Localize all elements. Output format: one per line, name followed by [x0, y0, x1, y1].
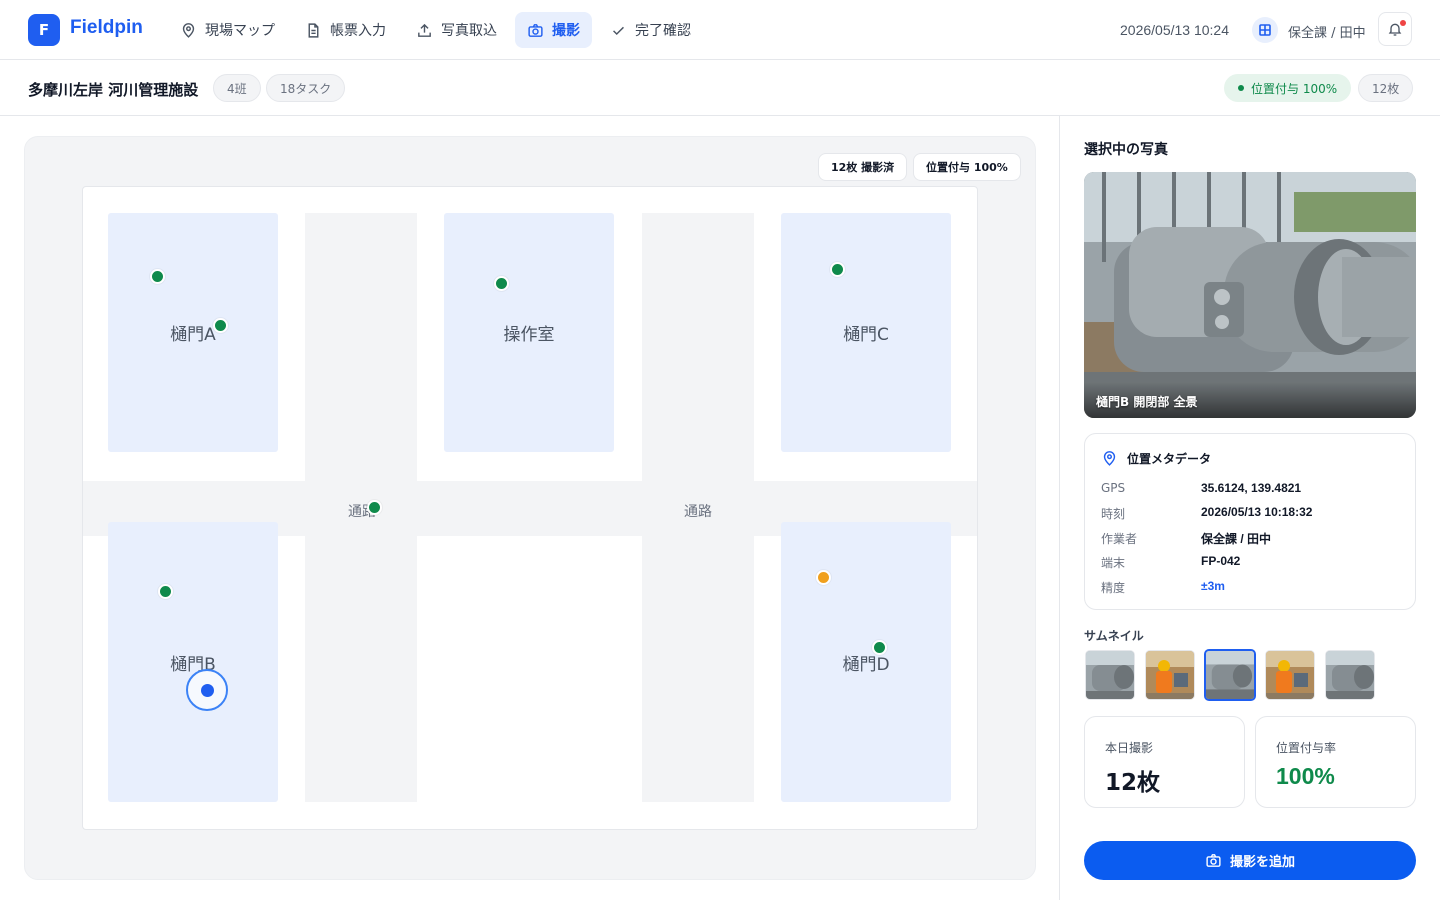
status-dot [1238, 85, 1244, 91]
geo-rate-badge: 位置付与 100% [913, 153, 1021, 181]
add-photo-label: 撮影を追加 [1229, 854, 1295, 869]
zone-control-room[interactable]: 操作室 [444, 213, 614, 452]
meta-value: 35.6124, 139.4821 [1201, 481, 1302, 495]
stat-value: 100% [1276, 763, 1335, 789]
app-logo-mark[interactable]: F [28, 14, 60, 46]
meta-key: 精度 [1101, 581, 1126, 595]
geo-status-chip: 位置付与 100% [1224, 74, 1352, 102]
nav-item-completion-check[interactable]: 完了確認 [598, 12, 703, 48]
meta-value: 保全課 / 田中 [1201, 532, 1272, 546]
shot-count-badge: 12枚 撮影済 [818, 153, 908, 181]
zone-label: 操作室 [503, 325, 555, 345]
nav-item-capture[interactable]: 撮影 [515, 12, 592, 48]
photo-caption: 樋門B 開閉部 全景 [1096, 395, 1198, 409]
nav-label: 完了確認 [635, 23, 691, 39]
stat-label: 位置付与率 [1276, 741, 1337, 755]
notification-button[interactable] [1378, 12, 1412, 46]
panel-title: 選択中の写真 [1084, 142, 1168, 158]
team-count-chip: 4班 [213, 74, 261, 102]
site-header: 多摩川左岸 河川管理施設 4班 18タスク 位置付与 100% 12枚 [0, 60, 1440, 116]
photo-image [1084, 172, 1416, 418]
photo-pin[interactable] [158, 584, 173, 599]
location-pin-icon [1103, 451, 1116, 466]
stat-today-shots: 本日撮影 12枚 [1084, 716, 1245, 808]
site-title: 多摩川左岸 河川管理施設 [28, 81, 199, 99]
photo-pin-warning[interactable] [816, 570, 831, 585]
nav-item-site-map[interactable]: 現場マップ [168, 12, 287, 48]
road-label: 通路 [684, 504, 712, 520]
add-photo-button[interactable]: 撮影を追加 [1084, 841, 1416, 880]
thumbnail[interactable] [1325, 650, 1375, 700]
stat-geo-rate: 位置付与率 100% [1255, 716, 1416, 808]
meta-key: 端末 [1101, 556, 1126, 570]
user-label[interactable]: 保全課 / 田中 [1288, 22, 1366, 41]
photo-pin[interactable] [830, 262, 845, 277]
metadata-header: 位置メタデータ [1101, 450, 1211, 467]
check-icon [613, 26, 624, 35]
task-count-chip: 18タスク [266, 74, 346, 102]
panel-divider [1059, 116, 1060, 900]
nav-item-photo-import[interactable]: 写真取込 [404, 12, 509, 48]
zone-gate-a[interactable]: 樋門A [108, 213, 278, 452]
zone-gate-d[interactable]: 樋門D [781, 522, 951, 802]
top-bar: F Fieldpin 現場マップ 帳票入力 写真取込 撮影 完了確認 2026/… [0, 0, 1440, 60]
zone-label: 樋門C [843, 325, 889, 345]
photo-pin[interactable] [213, 318, 228, 333]
selected-photo-pin[interactable] [186, 669, 228, 711]
photo-pin[interactable] [494, 276, 509, 291]
photo-pin[interactable] [872, 640, 887, 655]
thumbnail[interactable] [1145, 650, 1195, 700]
metadata-card: 位置メタデータ GPS 35.6124, 139.4821 時刻 2026/05… [1084, 433, 1416, 610]
nav-label: 現場マップ [205, 23, 275, 39]
selected-pin-dot [200, 683, 214, 697]
meta-key: GPS [1101, 481, 1126, 495]
grid-icon [1252, 17, 1278, 43]
camera-icon [528, 23, 543, 37]
meta-value: FP-042 [1201, 554, 1241, 568]
camera-icon [1206, 854, 1221, 867]
upload-icon [418, 23, 431, 37]
nav-item-form-entry[interactable]: 帳票入力 [293, 12, 398, 48]
stat-label: 本日撮影 [1105, 741, 1154, 755]
photo-pin[interactable] [367, 500, 382, 515]
current-datetime: 2026/05/13 10:24 [1120, 22, 1229, 38]
zone-gate-b[interactable]: 樋門B [108, 522, 278, 802]
selected-photo[interactable]: 樋門B 開閉部 全景 [1084, 172, 1416, 418]
meta-key: 時刻 [1101, 507, 1126, 521]
map-pin-icon [182, 22, 195, 38]
meta-key: 作業者 [1101, 532, 1138, 546]
zone-label: 樋門A [170, 325, 216, 345]
stat-value: 12枚 [1105, 770, 1161, 796]
app-name[interactable]: Fieldpin [70, 17, 143, 39]
meta-value: ±3m [1201, 579, 1225, 593]
photo-pin[interactable] [150, 269, 165, 284]
zone-gate-c[interactable]: 樋門C [781, 213, 951, 452]
notification-dot [1400, 20, 1406, 26]
thumbnail-selected[interactable] [1204, 649, 1256, 701]
thumbnail[interactable] [1265, 650, 1315, 700]
metadata-title: 位置メタデータ [1127, 452, 1212, 466]
photo-count-chip: 12枚 [1358, 74, 1414, 102]
thumbnail[interactable] [1085, 650, 1135, 700]
geo-status-label: 位置付与 100% [1251, 81, 1338, 96]
main-nav: 現場マップ 帳票入力 写真取込 撮影 完了確認 [168, 12, 703, 48]
nav-label: 帳票入力 [330, 23, 386, 39]
thumbnails-label: サムネイル [1084, 629, 1144, 643]
nav-label: 写真取込 [441, 23, 497, 39]
nav-label: 撮影 [552, 23, 580, 39]
document-icon [308, 22, 319, 38]
meta-value: 2026/05/13 10:18:32 [1201, 505, 1313, 519]
